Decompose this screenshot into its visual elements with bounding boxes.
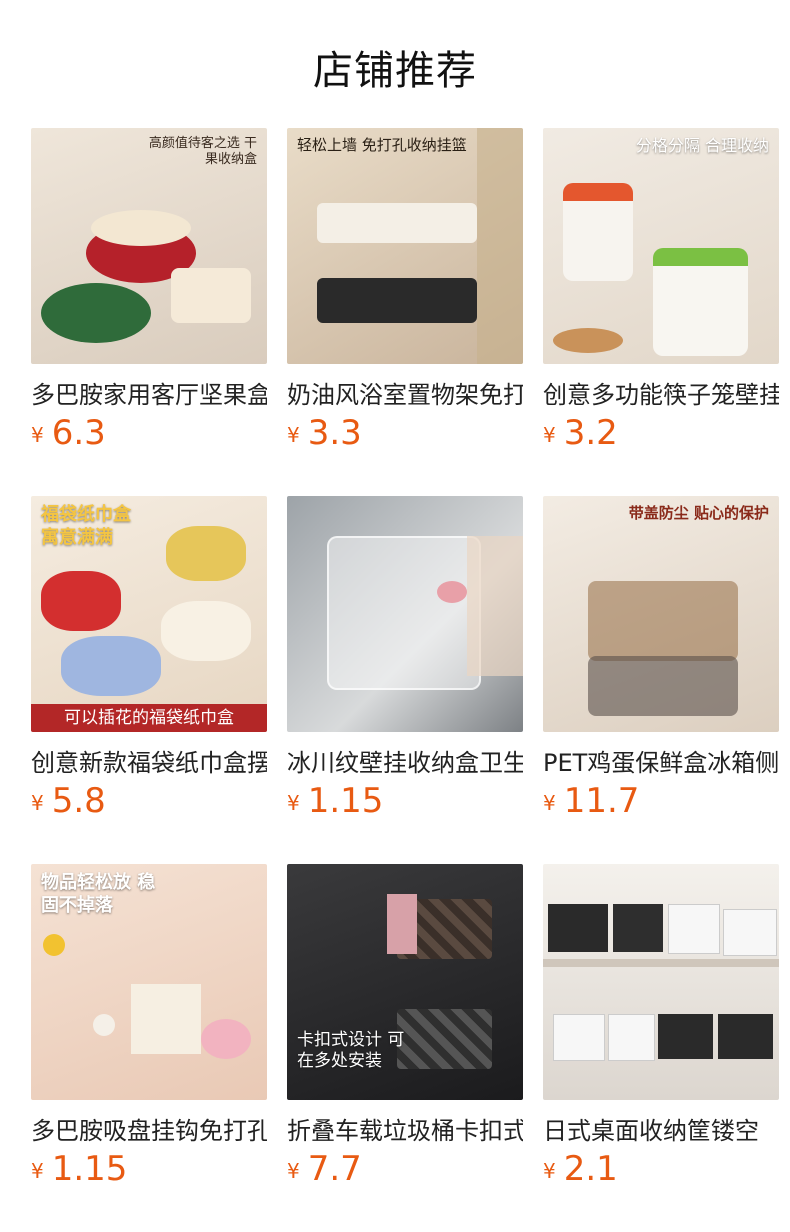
product-price: ¥1.15 <box>31 1149 127 1189</box>
product-image[interactable]: 轻松上墙 免打孔收纳挂篮 <box>287 128 523 364</box>
currency-symbol: ¥ <box>287 791 300 815</box>
currency-symbol: ¥ <box>287 1159 300 1183</box>
product-price: ¥11.7 <box>543 781 639 821</box>
currency-symbol: ¥ <box>543 423 556 447</box>
price-value: 1.15 <box>307 781 384 821</box>
page-header: 店铺推荐 <box>0 0 790 128</box>
price-value: 1.15 <box>51 1149 128 1189</box>
currency-symbol: ¥ <box>31 423 44 447</box>
product-image[interactable] <box>287 496 523 732</box>
product-card[interactable]: 分格分隔 合理收纳 创意多功能筷子笼壁挂 ¥3.2 <box>543 128 779 453</box>
product-price: ¥6.3 <box>31 413 106 453</box>
product-image[interactable]: 高颜值待客之选 干果收纳盒 <box>31 128 267 364</box>
product-name[interactable]: 创意多功能筷子笼壁挂 <box>543 375 779 410</box>
product-price: ¥3.2 <box>543 413 618 453</box>
image-caption: 福袋纸巾盒 寓意满满 <box>41 504 131 548</box>
currency-symbol: ¥ <box>31 1159 44 1183</box>
product-price: ¥5.8 <box>31 781 106 821</box>
image-caption: 分格分隔 合理收纳 <box>635 136 769 155</box>
product-name[interactable]: 折叠车载垃圾桶卡扣式 <box>287 1111 523 1146</box>
image-caption: 物品轻松放 稳固不掉落 <box>41 872 156 916</box>
product-name[interactable]: PET鸡蛋保鲜盒冰箱侧门 <box>543 743 779 778</box>
currency-symbol: ¥ <box>543 1159 556 1183</box>
product-price: ¥1.15 <box>287 781 383 821</box>
price-value: 11.7 <box>563 781 640 821</box>
product-card[interactable]: 日式桌面收纳筐镂空 ¥2.1 <box>543 864 779 1189</box>
currency-symbol: ¥ <box>31 791 44 815</box>
currency-symbol: ¥ <box>287 423 300 447</box>
product-name[interactable]: 日式桌面收纳筐镂空 <box>543 1111 779 1146</box>
price-value: 6.3 <box>51 413 106 453</box>
product-image[interactable]: 带盖防尘 贴心的保护 <box>543 496 779 732</box>
price-value: 3.2 <box>563 413 618 453</box>
image-caption: 轻松上墙 免打孔收纳挂篮 <box>297 136 467 154</box>
product-card[interactable]: 轻松上墙 免打孔收纳挂篮 奶油风浴室置物架免打孔 ¥3.3 <box>287 128 523 453</box>
price-value: 7.7 <box>307 1149 362 1189</box>
product-price: ¥7.7 <box>287 1149 362 1189</box>
product-card[interactable]: 卡扣式设计 可在多处安装 折叠车载垃圾桶卡扣式 ¥7.7 <box>287 864 523 1189</box>
product-name[interactable]: 奶油风浴室置物架免打孔 <box>287 375 523 410</box>
product-name[interactable]: 创意新款福袋纸巾盒摆件 <box>31 743 267 778</box>
product-name[interactable]: 冰川纹壁挂收纳盒卫生间 <box>287 743 523 778</box>
price-value: 5.8 <box>51 781 106 821</box>
image-caption: 卡扣式设计 可在多处安装 <box>297 1030 405 1072</box>
product-price: ¥3.3 <box>287 413 362 453</box>
product-image[interactable]: 物品轻松放 稳固不掉落 <box>31 864 267 1100</box>
product-image[interactable]: 福袋纸巾盒 寓意满满 可以插花的福袋纸巾盒 <box>31 496 267 732</box>
image-banner: 可以插花的福袋纸巾盒 <box>31 704 267 732</box>
image-caption: 高颜值待客之选 干果收纳盒 <box>148 136 257 168</box>
currency-symbol: ¥ <box>543 791 556 815</box>
product-name[interactable]: 多巴胺家用客厅坚果盒 <box>31 375 267 410</box>
product-price: ¥2.1 <box>543 1149 618 1189</box>
product-image[interactable]: 卡扣式设计 可在多处安装 <box>287 864 523 1100</box>
product-image[interactable] <box>543 864 779 1100</box>
product-card[interactable]: 冰川纹壁挂收纳盒卫生间 ¥1.15 <box>287 496 523 821</box>
price-value: 3.3 <box>307 413 362 453</box>
product-card[interactable]: 福袋纸巾盒 寓意满满 可以插花的福袋纸巾盒 创意新款福袋纸巾盒摆件 ¥5.8 <box>31 496 267 821</box>
price-value: 2.1 <box>563 1149 618 1189</box>
product-image[interactable]: 分格分隔 合理收纳 <box>543 128 779 364</box>
image-caption: 带盖防尘 贴心的保护 <box>628 504 769 522</box>
page-title: 店铺推荐 <box>313 48 477 94</box>
product-name[interactable]: 多巴胺吸盘挂钩免打孔 <box>31 1111 267 1146</box>
product-card[interactable]: 高颜值待客之选 干果收纳盒 多巴胺家用客厅坚果盒 ¥6.3 <box>31 128 267 453</box>
product-card[interactable]: 物品轻松放 稳固不掉落 多巴胺吸盘挂钩免打孔 ¥1.15 <box>31 864 267 1189</box>
product-card[interactable]: 带盖防尘 贴心的保护 PET鸡蛋保鲜盒冰箱侧门 ¥11.7 <box>543 496 779 821</box>
